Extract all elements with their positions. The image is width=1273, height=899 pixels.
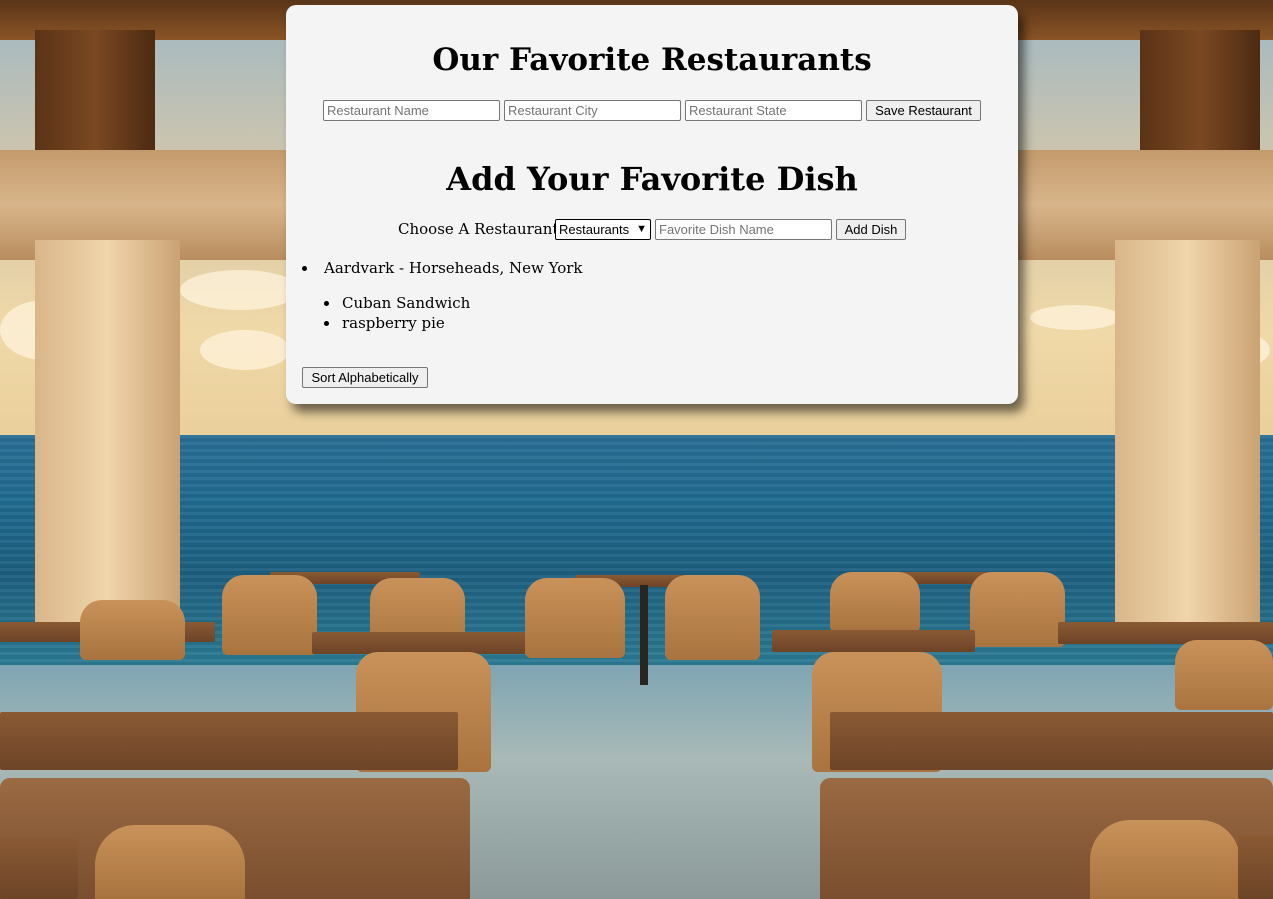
chair xyxy=(525,578,625,658)
dining-table xyxy=(1238,835,1273,899)
dining-table xyxy=(312,632,525,654)
chair xyxy=(970,572,1065,647)
choose-restaurant-label: Choose A Restaurant: xyxy=(398,220,564,238)
chair xyxy=(1090,820,1240,899)
cloud xyxy=(1030,305,1120,330)
add-dish-button[interactable]: Add Dish xyxy=(836,219,906,240)
cloud xyxy=(200,330,290,370)
chair xyxy=(665,575,760,660)
chair xyxy=(80,600,185,660)
main-panel: Our Favorite Restaurants Save Restaurant… xyxy=(286,5,1018,404)
restaurant-select-value: Restaurants xyxy=(559,222,630,237)
cloud xyxy=(180,270,300,310)
chair xyxy=(1175,640,1273,710)
page-title: Our Favorite Restaurants xyxy=(432,42,872,78)
wood-post xyxy=(1140,30,1260,155)
restaurant-name-input[interactable] xyxy=(323,100,500,121)
restaurant-state-input[interactable] xyxy=(685,100,862,121)
list-bullet xyxy=(324,301,329,306)
list-bullet xyxy=(324,321,329,326)
chair xyxy=(222,575,317,655)
save-restaurant-button[interactable]: Save Restaurant xyxy=(866,100,981,121)
sort-alphabetically-button[interactable]: Sort Alphabetically xyxy=(302,367,428,388)
list-bullet xyxy=(302,266,307,271)
restaurant-list-item: Aardvark - Horseheads, New York xyxy=(324,259,583,277)
restaurant-select[interactable]: Restaurants ▼ xyxy=(555,219,651,240)
dish-name-input[interactable] xyxy=(655,219,832,240)
restaurant-city-input[interactable] xyxy=(504,100,681,121)
dining-table xyxy=(830,712,1273,770)
dish-list-item: Cuban Sandwich xyxy=(342,294,471,312)
pillar xyxy=(1115,240,1260,640)
dish-list-item: raspberry pie xyxy=(342,314,445,332)
chair xyxy=(95,825,245,899)
chevron-down-icon: ▼ xyxy=(636,223,647,235)
wood-post xyxy=(35,30,155,155)
dining-table xyxy=(0,838,78,899)
dining-table xyxy=(0,712,458,770)
chair xyxy=(830,572,920,632)
dining-table xyxy=(772,630,975,652)
pillar xyxy=(35,240,180,640)
dish-section-title: Add Your Favorite Dish xyxy=(446,160,858,198)
